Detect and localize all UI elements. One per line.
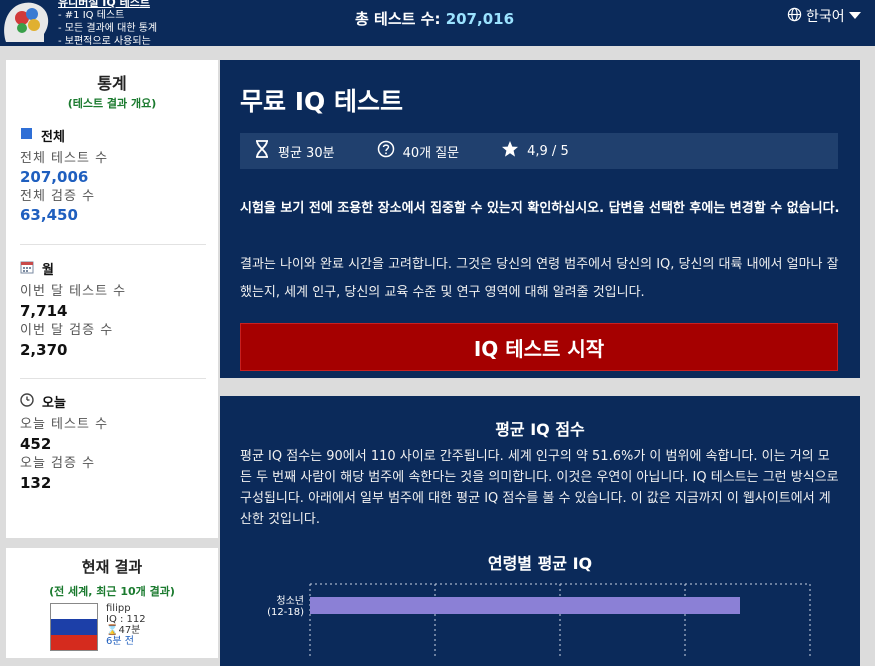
today-tests-label: 오늘 테스트 수 — [20, 417, 109, 432]
current-results-title: 현재 결과 — [81, 558, 143, 576]
month-verified-label: 이번 달 검증 수 — [20, 323, 114, 338]
age-iq-bar-chart: 청소년(12-18) — [267, 583, 811, 656]
square-icon — [20, 127, 33, 144]
test-notice: 결과는 나이와 완료 시간을 고려합니다. 그것은 당신의 연령 범주에서 당신… — [240, 257, 839, 300]
brand-text: 유니버설 IQ 테스트 - #1 IQ 테스트 - 모든 결과에 대한 통계 -… — [58, 0, 157, 48]
result-time: ⌛47분 — [106, 625, 141, 636]
language-label: 한국어 — [806, 9, 845, 25]
average-iq-card: 평균 IQ 점수 평균 IQ 점수는 90에서 110 사이로 간주됩니다. 세… — [220, 396, 860, 666]
globe-icon — [787, 7, 802, 26]
caret-down-icon — [848, 8, 861, 24]
brand-tagline-3: - 보편적으로 사용되는 — [58, 36, 151, 47]
average-iq-title: 평균 IQ 점수 — [495, 420, 585, 439]
chart-bar — [310, 597, 740, 614]
category-label: (12-18) — [267, 607, 304, 618]
average-iq-text: 평균 IQ 점수는 90에서 110 사이로 간주됩니다. 세계 인구의 약 5… — [240, 449, 839, 527]
today-verified-value: 132 — [20, 474, 52, 492]
info-rating: 4,9 / 5 — [501, 140, 569, 162]
info-questions: 40개 질문 — [377, 140, 460, 162]
calendar-icon — [20, 260, 34, 278]
statistics-title: 통계 — [97, 74, 127, 93]
total-verified-label: 전체 검증 수 — [20, 189, 96, 204]
statistics-subtitle: (테스트 결과 개요) — [67, 97, 157, 110]
star-icon — [501, 140, 519, 162]
current-results-panel: 현재 결과 (전 세계, 최근 10개 결과) filipp IQ : 112 … — [6, 548, 218, 658]
stats-section-month: 월 이번 달 테스트 수 7,714 이번 달 검증 수 2,370 — [20, 259, 206, 360]
page-title: 무료 IQ 테스트 — [240, 87, 403, 116]
hourglass-icon — [254, 140, 270, 162]
divider — [20, 244, 206, 245]
section-title-month: 월 — [42, 263, 54, 278]
today-verified-label: 오늘 검증 수 — [20, 456, 96, 471]
info-duration-text: 평균 30분 — [278, 145, 335, 161]
today-tests-value: 452 — [20, 435, 52, 453]
total-tests-label: 총 테스트 수: — [355, 10, 441, 28]
brand-tagline-1: - #1 IQ 테스트 — [58, 10, 125, 21]
month-tests-value: 7,714 — [20, 302, 68, 320]
brand-title[interactable]: 유니버설 IQ 테스트 — [58, 0, 157, 9]
current-results-subtitle: (전 세계, 최근 10개 결과) — [49, 585, 175, 598]
section-title-total: 전체 — [41, 130, 65, 145]
total-tests-label: 전체 테스트 수 — [20, 151, 109, 166]
clock-icon — [20, 392, 34, 411]
month-verified-value: 2,370 — [20, 341, 68, 359]
result-ago: 6분 전 — [106, 636, 134, 647]
total-verified-value: 63,450 — [20, 206, 78, 224]
statistics-panel: 통계 (테스트 결과 개요) 전체 전체 테스트 수 207,006 전체 검증… — [6, 60, 218, 538]
language-selector[interactable]: 한국어 — [787, 6, 861, 26]
test-notice-bold: 시험을 보기 전에 조용한 장소에서 집중할 수 있는지 확인하십시오. 답변을… — [240, 201, 840, 216]
brain-logo[interactable] — [0, 0, 54, 48]
month-tests-label: 이번 달 테스트 수 — [20, 284, 127, 299]
question-circle-icon — [377, 140, 395, 162]
brand-tagline-2: - 모든 결과에 대한 통계 — [58, 23, 158, 34]
top-bar: 유니버설 IQ 테스트 - #1 IQ 테스트 - 모든 결과에 대한 통계 -… — [0, 0, 875, 48]
section-title-today: 오늘 — [42, 396, 66, 411]
total-tests-value: 207,006 — [20, 168, 89, 186]
stats-section-total: 전체 전체 테스트 수 207,006 전체 검증 수 63,450 — [20, 126, 206, 225]
divider — [20, 378, 206, 379]
test-info-bar: 평균 30분 40개 질문 4,9 / 5 — [240, 133, 838, 169]
start-iq-test-button[interactable]: IQ 테스트 시작 — [240, 323, 838, 371]
result-name: filipp — [106, 603, 131, 614]
total-tests-counter: 총 테스트 수: 207,016 — [355, 8, 514, 29]
chart-title: 연령별 평균 IQ — [487, 554, 593, 573]
stats-section-today: 오늘 오늘 테스트 수 452 오늘 검증 수 132 — [20, 392, 206, 493]
info-duration: 평균 30분 — [254, 140, 335, 162]
total-tests-value: 207,016 — [445, 10, 515, 28]
russia-flag-icon — [50, 603, 98, 651]
info-questions-text: 40개 질문 — [402, 145, 460, 161]
result-entry[interactable]: filipp IQ : 112 ⌛47분 6분 전 — [106, 603, 146, 647]
result-iq: IQ : 112 — [106, 614, 146, 625]
free-iq-test-card: 무료 IQ 테스트 평균 30분 40개 질문 4,9 / 5 시험을 보기 전… — [220, 60, 860, 378]
info-rating-text: 4,9 / 5 — [527, 143, 569, 159]
category-label: 청소년 — [276, 595, 304, 607]
